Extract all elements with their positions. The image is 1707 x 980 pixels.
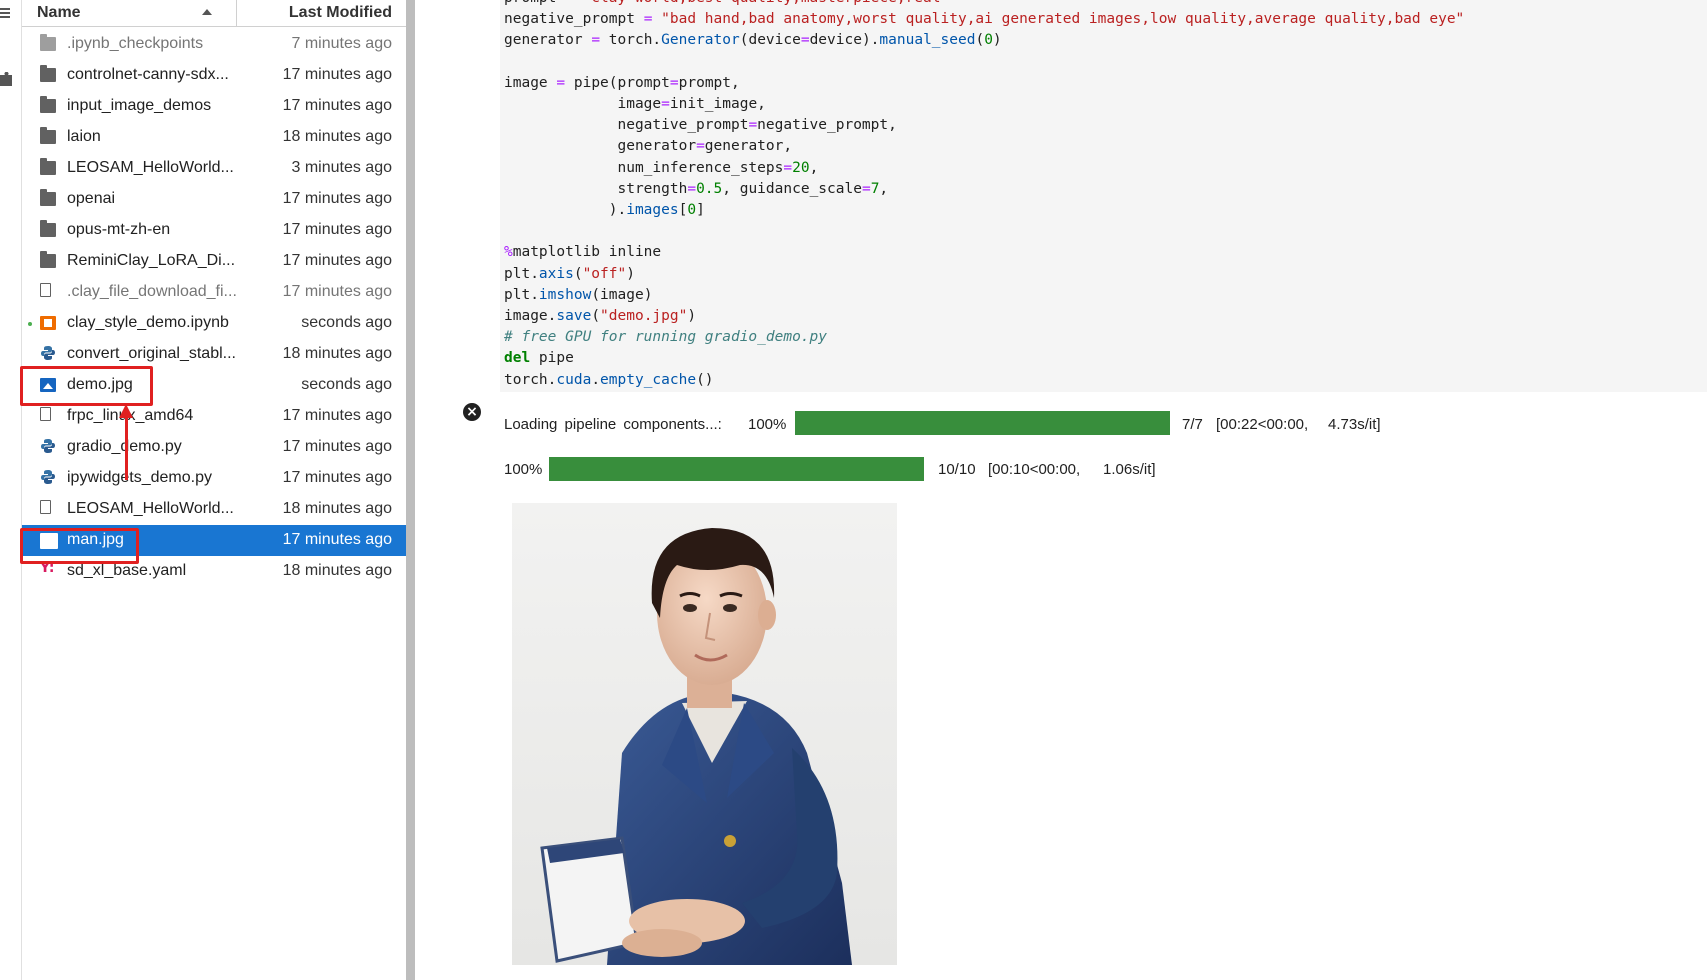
output-image	[512, 503, 897, 965]
file-name: clay_style_demo.ipynb	[67, 314, 229, 331]
code-editor[interactable]: prompt = "clay world,best quality,master…	[504, 0, 1464, 391]
file-modified-time: 17 minutes ago	[282, 438, 392, 455]
progress2-bar	[549, 457, 924, 481]
folder-icon	[40, 34, 56, 51]
file-row[interactable]: ReminiClay_LoRA_Di... 17 minutes ago	[22, 246, 406, 277]
progress1-count: 7/7	[1182, 416, 1203, 433]
progress1-timing: [00:22<00:00,	[1216, 416, 1309, 433]
file-row[interactable]: LEOSAM_HelloWorld... 3 minutes ago	[22, 153, 406, 184]
file-modified-time: 17 minutes ago	[282, 531, 392, 548]
file-modified-time: 18 minutes ago	[282, 128, 392, 145]
python-icon	[40, 345, 56, 360]
file-name: ipywidgets_demo.py	[67, 469, 212, 486]
file-row[interactable]: clay_style_demo.ipynb seconds ago	[22, 308, 406, 339]
folder-icon	[40, 96, 56, 113]
file-name: .ipynb_checkpoints	[67, 35, 204, 52]
file-name: opus-mt-zh-en	[67, 221, 171, 238]
file-modified-time: 18 minutes ago	[282, 345, 392, 362]
folder-icon	[40, 127, 56, 144]
file-modified-time: 18 minutes ago	[282, 562, 392, 579]
annotation-box-demo	[20, 366, 153, 406]
last-modified-column-header[interactable]: Last Modified	[289, 4, 392, 22]
name-column-header[interactable]: Name	[22, 0, 237, 26]
file-row[interactable]: openai 17 minutes ago	[22, 184, 406, 215]
progress2-percent: 100%	[504, 461, 543, 478]
file-modified-time: 17 minutes ago	[282, 221, 392, 238]
file-browser-header: Name Last Modified	[22, 0, 406, 27]
file-modified-time: seconds ago	[301, 314, 392, 331]
file-modified-time: 17 minutes ago	[282, 283, 392, 300]
menu-icon[interactable]	[0, 6, 14, 20]
file-row[interactable]: controlnet-canny-sdx... 17 minutes ago	[22, 60, 406, 91]
progress1-label: Loading pipeline components...:	[504, 416, 722, 433]
file-row[interactable]: gradio_demo.py17 minutes ago	[22, 432, 406, 463]
folder-icon	[40, 158, 56, 175]
file-name: sd_xl_base.yaml	[67, 562, 187, 579]
folder-icon	[40, 251, 56, 268]
file-name: controlnet-canny-sdx...	[67, 66, 229, 83]
file-modified-time: 17 minutes ago	[282, 97, 392, 114]
panel-splitter[interactable]	[406, 0, 415, 980]
progress2-rate: 1.06s/it]	[1103, 461, 1156, 478]
activity-bar	[0, 0, 22, 980]
file-name: LEOSAM_HelloWorld...	[67, 159, 234, 176]
sort-ascending-icon	[202, 9, 212, 15]
file-name: convert_original_stabl...	[67, 345, 236, 362]
progress1-percent: 100%	[748, 416, 787, 433]
file-modified-time: 7 minutes ago	[291, 35, 392, 52]
file-modified-time: 17 minutes ago	[282, 190, 392, 207]
annotation-box-man	[20, 528, 139, 564]
notebook-icon	[40, 316, 56, 330]
progress2-timing: [00:10<00:00,	[988, 461, 1081, 478]
file-name: ReminiClay_LoRA_Di...	[67, 252, 236, 269]
file-modified-time: 17 minutes ago	[282, 469, 392, 486]
file-modified-time: seconds ago	[301, 376, 392, 393]
file-browser: Name Last Modified .ipynb_checkpoints 7 m…	[20, 0, 406, 980]
file-row[interactable]: .ipynb_checkpoints 7 minutes ago	[22, 29, 406, 60]
name-column-label: Name	[37, 4, 81, 21]
file-list: .ipynb_checkpoints 7 minutes ago controlne…	[22, 29, 406, 587]
progress2-count: 10/10	[938, 461, 976, 478]
file-modified-time: 18 minutes ago	[282, 500, 392, 517]
file-row[interactable]: laion 18 minutes ago	[22, 122, 406, 153]
file-icon	[40, 500, 51, 514]
file-icon	[40, 407, 51, 421]
running-indicator-icon	[28, 322, 32, 326]
python-icon	[40, 438, 56, 453]
file-modified-time: 3 minutes ago	[291, 159, 392, 176]
file-row[interactable]: LEOSAM_HelloWorld... 18 minutes ago	[22, 494, 406, 525]
folder-icon	[40, 220, 56, 237]
file-row[interactable]: .clay_file_download_fi... 17 minutes ago	[22, 277, 406, 308]
folder-icon	[40, 189, 56, 206]
file-modified-time: 17 minutes ago	[282, 66, 392, 83]
code-cell[interactable]: prompt = "clay world,best quality,master…	[500, 0, 1707, 392]
file-icon	[40, 283, 51, 297]
file-row[interactable]: input_image_demos 17 minutes ago	[22, 91, 406, 122]
annotation-arrow	[125, 413, 128, 480]
clear-output-icon[interactable]: ×	[463, 403, 481, 421]
annotation-arrow-head	[119, 404, 133, 418]
progress1-rate: 4.73s/it]	[1328, 416, 1381, 433]
python-icon	[40, 469, 56, 484]
folder-icon	[40, 65, 56, 82]
extension-icon[interactable]	[0, 71, 16, 86]
file-name: openai	[67, 190, 116, 207]
file-name: laion	[67, 128, 101, 145]
file-name: input_image_demos	[67, 97, 212, 114]
progress1-bar	[795, 411, 1170, 435]
file-name: .clay_file_download_fi...	[67, 283, 237, 300]
file-name: LEOSAM_HelloWorld...	[67, 500, 234, 517]
notebook-panel: prompt = "clay world,best quality,master…	[415, 0, 1707, 980]
file-row[interactable]: ipywidgets_demo.py 17 minutes ago	[22, 463, 406, 494]
file-modified-time: 17 minutes ago	[282, 252, 392, 269]
file-modified-time: 17 minutes ago	[282, 407, 392, 424]
file-row[interactable]: opus-mt-zh-en 17 minutes ago	[22, 215, 406, 246]
